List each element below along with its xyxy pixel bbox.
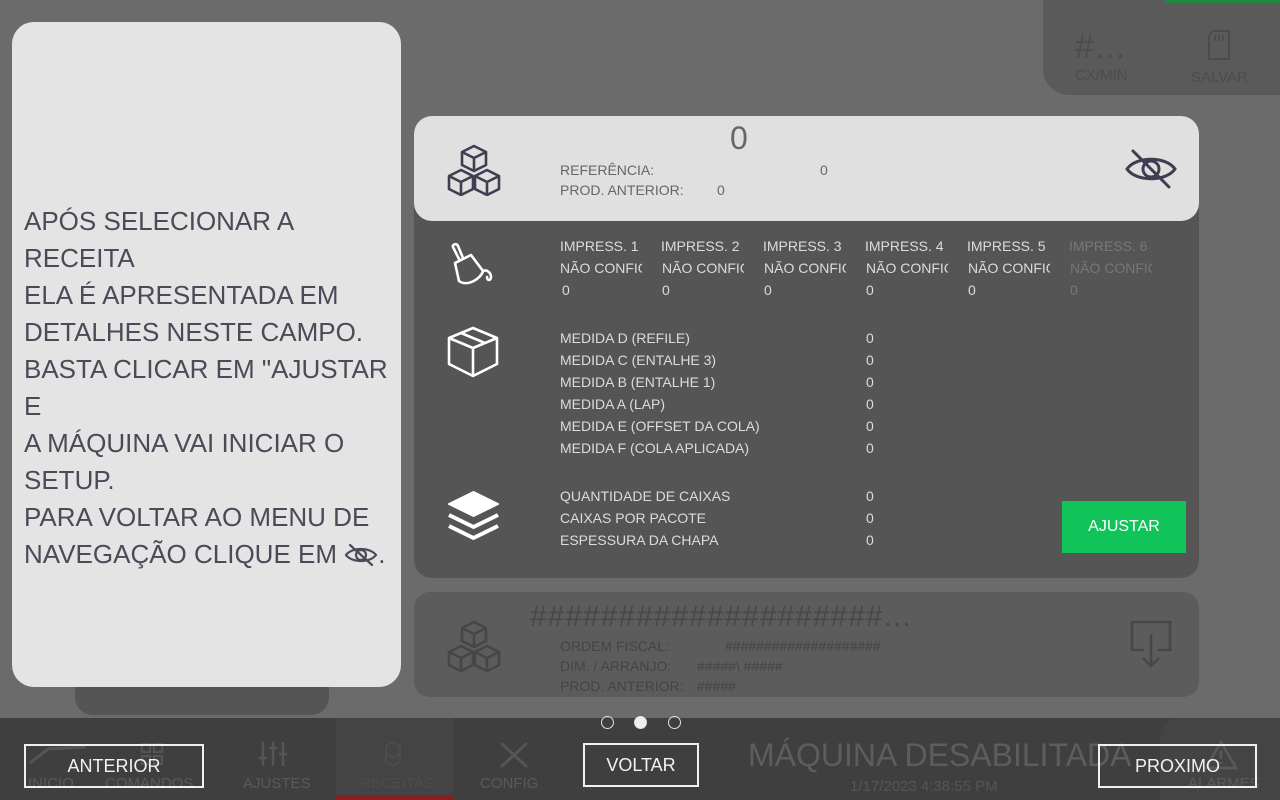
printer-5-value: 0	[968, 282, 976, 298]
box-quantity-value: 0	[866, 488, 874, 504]
printer-5-name: IMPRESS. 5	[967, 238, 1046, 254]
sliders-icon	[259, 742, 287, 766]
nav-settings[interactable]: AJUSTES	[243, 775, 311, 792]
order-title: ####################...	[530, 600, 912, 633]
fiscal-order-value: ####################	[725, 638, 881, 654]
save-button[interactable]: SALVAR	[1191, 69, 1248, 86]
printer-4-value: 0	[866, 282, 874, 298]
measure-a-value: 0	[866, 396, 874, 412]
recipe-header	[414, 116, 1199, 221]
printer-2-status: NÃO CONFIGURADO	[662, 260, 744, 276]
previous-product-value: 0	[717, 182, 725, 198]
printer-1-status: NÃO CONFIGURADO	[560, 260, 642, 276]
page-dot-3[interactable]	[668, 716, 681, 729]
paint-bucket-icon	[451, 242, 493, 285]
sheet-thickness-label: ESPESSURA DA CHAPA	[560, 532, 719, 548]
adjust-button[interactable]: AJUSTAR	[1062, 501, 1186, 553]
tutorial-text: APÓS SELECIONAR A RECEITA ELA É APRESENT…	[24, 203, 396, 573]
back-button[interactable]: VOLTAR	[583, 743, 699, 787]
measure-d-label: MEDIDA D (REFILE)	[560, 330, 690, 346]
rate-value: #...	[1075, 28, 1127, 66]
nav-recipes[interactable]: RECEITAS	[360, 775, 434, 792]
measure-a-label: MEDIDA A (LAP)	[560, 396, 666, 412]
measure-f-label: MEDIDA F (COLA APLICADA)	[560, 440, 750, 456]
printer-2-value: 0	[662, 282, 670, 298]
nav-config[interactable]: CONFIG	[480, 775, 538, 792]
measure-c-label: MEDIDA C (ENTALHE 3)	[560, 352, 717, 368]
datetime: 1/17/2023 4:38:55 PM	[850, 778, 998, 795]
boxes-per-pack-label: CAIXAS POR PACOTE	[560, 510, 706, 526]
printer-4-name: IMPRESS. 4	[865, 238, 944, 254]
measure-d-value: 0	[866, 330, 874, 346]
printer-6-status: NÃO CONFIGURADO	[1070, 260, 1152, 276]
next-button[interactable]: PROXIMO	[1098, 744, 1257, 788]
sd-card-icon	[1208, 30, 1230, 60]
previous-button[interactable]: ANTERIOR	[24, 744, 204, 788]
eye-slash-icon[interactable]	[1124, 148, 1178, 190]
measure-e-value: 0	[866, 418, 874, 434]
printer-3-name: IMPRESS. 3	[763, 238, 842, 254]
tutorial-message-end: .	[378, 539, 386, 569]
page-dot-1[interactable]	[601, 716, 614, 729]
lower-previous-value: #####	[697, 678, 736, 694]
reference-value: 0	[820, 162, 828, 178]
printer-6-value: 0	[1070, 282, 1078, 298]
boxes-stack-icon	[447, 144, 501, 196]
rate-label: CX/MIN	[1075, 67, 1128, 84]
machine-status: MÁQUINA DESABILITADA	[748, 737, 1132, 773]
measure-b-label: MEDIDA B (ENTALHE 1)	[560, 374, 716, 390]
lower-previous-label: PROD. ANTERIOR:	[560, 678, 684, 694]
previous-product-label: PROD. ANTERIOR:	[560, 182, 684, 198]
printer-3-status: NÃO CONFIGURADO	[764, 260, 846, 276]
printer-6-name: IMPRESS. 6	[1069, 238, 1148, 254]
reference-label: REFERÊNCIA:	[560, 162, 655, 178]
printer-3-value: 0	[764, 282, 772, 298]
box-icon	[447, 326, 499, 378]
dimension-value: #####\ #####	[697, 658, 783, 674]
download-icon[interactable]	[1130, 620, 1172, 670]
tutorial-message: APÓS SELECIONAR A RECEITA ELA É APRESENT…	[24, 206, 388, 569]
layers-icon	[448, 491, 499, 540]
recipe-number: 0	[730, 120, 748, 156]
dimension-label: DIM. / ARRANJO:	[560, 658, 672, 674]
status-strip	[1165, 0, 1280, 3]
boxes-per-pack-value: 0	[866, 510, 874, 526]
eye-slash-icon	[344, 543, 378, 567]
printer-2-name: IMPRESS. 2	[661, 238, 740, 254]
printer-1-name: IMPRESS. 1	[560, 238, 639, 254]
measure-b-value: 0	[866, 374, 874, 390]
sheet-thickness-value: 0	[866, 532, 874, 548]
page-dot-2[interactable]	[634, 716, 647, 729]
measure-f-value: 0	[866, 440, 874, 456]
fiscal-order-label: ORDEM FISCAL:	[560, 638, 669, 654]
recipes-icon	[385, 740, 401, 768]
boxes-stack-icon	[447, 620, 501, 672]
active-nav-indicator	[336, 795, 453, 800]
printer-4-status: NÃO CONFIGURADO	[866, 260, 948, 276]
box-quantity-label: QUANTIDADE DE CAIXAS	[560, 488, 731, 504]
tools-icon	[500, 742, 528, 768]
printer-5-status: NÃO CONFIGURADO	[968, 260, 1050, 276]
measure-c-value: 0	[866, 352, 874, 368]
printer-1-value: 0	[562, 282, 570, 298]
measure-e-label: MEDIDA E (OFFSET DA COLA)	[560, 418, 760, 434]
